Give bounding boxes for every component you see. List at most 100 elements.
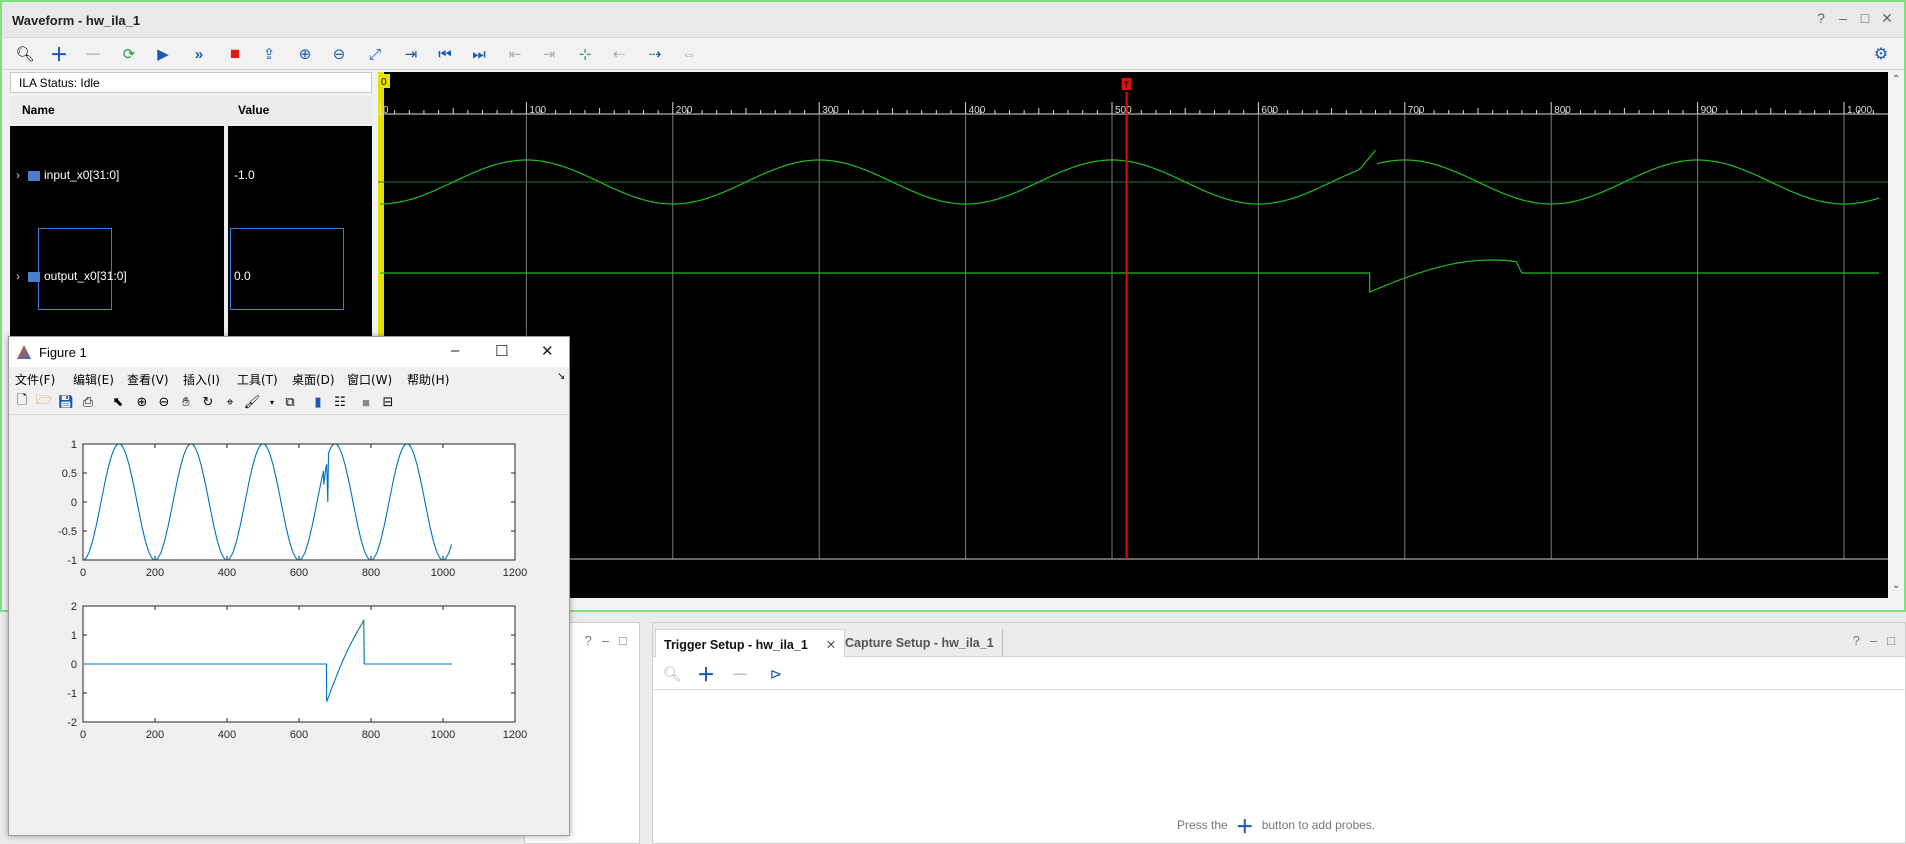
trigger-setup-panel: Trigger Setup - hw_ila_1 ✕ Capture Setup …: [652, 622, 1906, 844]
menu-edit[interactable]: 编辑(E): [73, 371, 114, 388]
cursor[interactable]: T: [1121, 78, 1132, 559]
pan-icon[interactable]: ✋︎: [177, 393, 195, 411]
previous-marker-icon[interactable]: ⇠: [608, 44, 630, 64]
run-immediate-icon[interactable]: »: [188, 44, 210, 64]
y-tick-label: 0.5: [62, 468, 77, 480]
cursor-label: T: [1124, 80, 1130, 90]
menu-view[interactable]: 查看(V): [127, 371, 169, 388]
show-plot-tools-icon[interactable]: ⊟: [379, 393, 397, 411]
x-tick-label: 0: [80, 567, 86, 579]
minimize-button[interactable]: –: [1836, 10, 1850, 27]
next-marker-icon[interactable]: ⇢: [644, 44, 666, 64]
add-probe-icon[interactable]: ＋: [695, 664, 717, 685]
stop-icon[interactable]: ■: [224, 44, 246, 64]
run-trigger-icon[interactable]: ▶: [152, 44, 174, 64]
figure-title: Figure 1: [39, 345, 87, 360]
minimize-button[interactable]: –: [451, 342, 459, 359]
value-column-header[interactable]: Value: [226, 96, 372, 124]
chevron-right-icon[interactable]: ›: [16, 168, 28, 182]
y-tick-label: 0: [71, 497, 77, 509]
brush-icon[interactable]: 🖌︎: [243, 393, 261, 411]
go-to-cursor-icon[interactable]: ⇥: [400, 44, 422, 64]
signal-value: -1.0: [234, 168, 255, 182]
menu-window[interactable]: 窗口(W): [347, 371, 392, 388]
close-button[interactable]: ✕: [1880, 10, 1894, 27]
subplot-2: 0 200 400 600 800 1000 1200 -2 -1 0 1 2: [67, 601, 527, 741]
swap-cursor-icon[interactable]: ⇔: [678, 44, 700, 64]
refresh-icon[interactable]: ⟳: [118, 44, 140, 64]
desktop: Waveform - hw_ila_1 ? – □ ✕ 🔍︎ ＋ － ⟳ ▶ »…: [0, 0, 1906, 844]
close-tab-icon[interactable]: ✕: [826, 638, 836, 652]
tab-trigger-setup[interactable]: Trigger Setup - hw_ila_1 ✕: [655, 629, 846, 657]
name-column-header[interactable]: Name: [10, 96, 224, 124]
zoom-out-icon[interactable]: ⊖: [328, 44, 350, 64]
hint-text: button to add probes.: [1261, 818, 1376, 833]
menu-file[interactable]: 文件(F): [15, 371, 55, 388]
chevron-right-icon[interactable]: ›: [16, 269, 28, 283]
legend-icon[interactable]: ☷: [331, 393, 349, 411]
menu-help[interactable]: 帮助(H): [407, 371, 449, 388]
remove-probe-icon[interactable]: －: [82, 44, 104, 65]
colorbar-icon[interactable]: ▮: [309, 393, 327, 411]
next-transition-icon[interactable]: ⇥: [538, 44, 560, 64]
trigger-condition-icon[interactable]: ⊳: [765, 664, 787, 684]
add-marker-icon[interactable]: ⊹: [574, 44, 596, 64]
hint-text: Press the: [1177, 818, 1228, 833]
minimize-button[interactable]: –: [602, 633, 609, 648]
menu-desktop[interactable]: 桌面(D): [292, 371, 335, 388]
x-tick-label: 0: [80, 729, 86, 741]
search-icon[interactable]: 🔍︎: [661, 664, 683, 684]
go-to-start-icon[interactable]: ⏮: [434, 44, 456, 64]
close-button[interactable]: ✕: [541, 342, 554, 360]
zoom-in-icon[interactable]: ⊕: [294, 44, 316, 64]
scroll-down-icon[interactable]: ⌄: [1892, 580, 1900, 591]
zoom-in-icon[interactable]: ⊕: [133, 393, 151, 411]
tab-label: Trigger Setup - hw_ila_1: [664, 638, 808, 652]
dock-arrow-icon[interactable]: ↘: [557, 371, 565, 382]
bus-icon: [28, 170, 40, 181]
help-button[interactable]: ?: [1814, 10, 1828, 27]
waveform-display[interactable]: 0 0 100 200 300 400 500 600 700 800 900 1,000 T: [378, 72, 1888, 598]
signal-row-output[interactable]: › output_x0[31:0]: [16, 269, 127, 283]
export-icon[interactable]: ⇪: [258, 44, 280, 64]
maximize-button[interactable]: □: [1858, 10, 1872, 27]
y-tick-label: 1: [71, 439, 77, 451]
data-cursor-icon[interactable]: ⌖: [221, 393, 239, 411]
gear-icon[interactable]: ⚙: [1870, 44, 1892, 64]
time-gridlines: [525, 114, 1845, 559]
help-button[interactable]: ?: [585, 633, 592, 648]
save-icon[interactable]: 💾︎: [57, 393, 75, 411]
zoom-out-icon[interactable]: ⊖: [155, 393, 173, 411]
previous-transition-icon[interactable]: ⇤: [504, 44, 526, 64]
menu-tools[interactable]: 工具(T): [237, 371, 278, 388]
figure-canvas[interactable]: 0 200 400 600 800 1000 1200 -1 -0.5 0 0.5 1 0 200 400 6…: [9, 416, 569, 835]
x-tick-label: 1200: [503, 729, 527, 741]
tab-capture-setup[interactable]: Capture Setup - hw_ila_1: [837, 629, 1003, 657]
maximize-button[interactable]: □: [619, 633, 627, 648]
figure-toolbar: 🗋 🗁 💾︎ ⎙ ⬉ ⊕ ⊖ ✋︎ ↻ ⌖ 🖌︎ ▾ ⧉ ▮ ☷ ■ ⊟: [9, 389, 569, 415]
new-figure-icon[interactable]: 🗋: [13, 392, 31, 411]
brush-dropdown-icon[interactable]: ▾: [263, 393, 281, 411]
print-icon[interactable]: ⎙: [79, 393, 97, 411]
open-file-icon[interactable]: 🗁: [35, 392, 53, 411]
remove-probe-icon[interactable]: －: [729, 664, 751, 685]
rotate-icon[interactable]: ↻: [199, 393, 217, 411]
help-button[interactable]: ?: [1853, 633, 1860, 648]
signal-row-input[interactable]: › input_x0[31:0]: [16, 168, 119, 182]
search-icon[interactable]: 🔍︎: [14, 44, 36, 64]
waveform-svg[interactable]: 0 0 100 200 300 400 500 600 700 800 900 1,000 T: [378, 72, 1888, 598]
minimize-button[interactable]: –: [1870, 633, 1877, 648]
link-plot-icon[interactable]: ⧉: [281, 393, 299, 411]
figure-svg[interactable]: 0 200 400 600 800 1000 1200 -1 -0.5 0 0.5 1 0 200 400 6…: [9, 416, 569, 835]
vertical-scrollbar[interactable]: ⌃ ⌄: [1890, 72, 1904, 608]
menu-insert[interactable]: 插入(I): [183, 371, 220, 388]
hide-plot-tools-icon[interactable]: ■: [357, 393, 375, 411]
x-tick-label: 1200: [503, 567, 527, 579]
pointer-icon[interactable]: ⬉: [109, 393, 127, 411]
zoom-fit-icon[interactable]: ⤢: [364, 44, 386, 64]
scroll-up-icon[interactable]: ⌃: [1892, 74, 1900, 85]
maximize-button[interactable]: ☐: [495, 342, 508, 360]
go-to-end-icon[interactable]: ⏭: [468, 44, 490, 64]
maximize-button[interactable]: □: [1887, 633, 1895, 648]
add-probe-icon[interactable]: ＋: [48, 44, 70, 65]
